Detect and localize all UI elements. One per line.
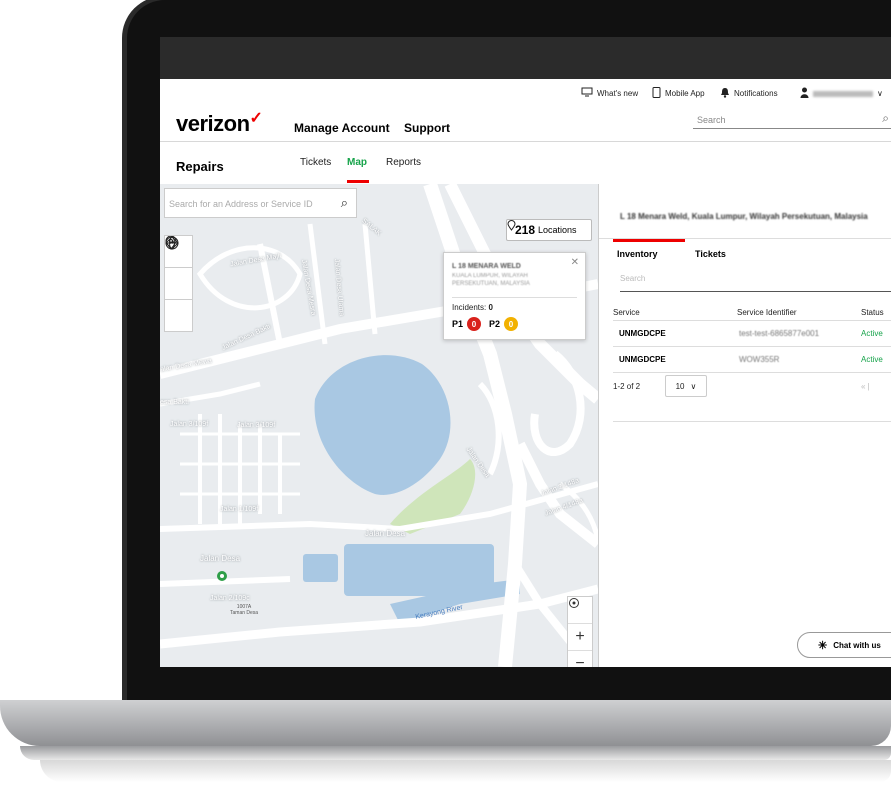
nav-manage-account[interactable]: Manage Account [294,121,390,135]
map-label: Jalan 3/109f [237,422,276,429]
mobile-app-link[interactable]: Mobile App [652,87,705,100]
column-header-service[interactable]: Service [613,308,640,317]
close-icon[interactable]: ✕ [571,257,579,268]
priority-row: P1 0 P2 0 [452,317,519,331]
page-size-select[interactable]: 10 ∨ [665,375,707,397]
map-label: Jalan 1/109f [220,506,259,513]
page-title: Repairs [176,159,224,174]
header-search-input[interactable]: Search ⌕ [693,111,891,129]
bell-icon [720,87,730,100]
map-label: esa Bakti [160,399,189,406]
first-page-icon[interactable]: « | [861,382,870,391]
repairs-subnav: Repairs Tickets Map Reports [160,142,891,185]
app-screen: What's new Mobile App Notifications ∨ ve… [160,37,891,667]
panel-tabs: Inventory Tickets [599,238,891,271]
pagination-range: 1-2 of 2 [613,382,641,391]
incidents-count: Incidents: 0 [452,303,493,312]
map-label: Jalan Desa [365,529,406,538]
phone-icon [652,87,661,100]
logo-checkmark: ✓ [249,110,263,127]
map-label: 1007A Taman Desa [230,604,259,616]
directions-icon[interactable] [165,236,192,331]
divider [613,421,891,422]
active-tab-indicator [347,180,369,183]
whats-new-link[interactable]: What's new [581,87,638,99]
table-row[interactable]: UNMGDCPE test-test-6865877e001 Active [613,320,891,347]
laptop-shadow [40,760,891,782]
laptop-base-lip [20,746,891,760]
chevron-down-icon: ∨ [690,381,697,391]
popup-title: L 18 MENARA WELD [452,263,521,270]
browser-top-bar [160,37,891,79]
column-header-identifier[interactable]: Service Identifier [737,308,797,317]
popup-subtitle: KUALA LUMPUR, WILAYAH PERSEKUTUAN, MALAY… [452,273,530,287]
column-header-status[interactable]: Status [861,308,884,317]
inventory-search-input[interactable]: Search [620,274,891,292]
location-popup: ✕ L 18 MENARA WELD KUALA LUMPUR, WILAYAH… [443,252,586,340]
user-menu[interactable]: ∨ [800,87,883,100]
site-header: verizon✓ Manage Account Support Search ⌕ [160,101,891,142]
map-tools [164,235,193,332]
locations-count-badge[interactable]: 218 Locations [506,219,592,241]
verizon-logo[interactable]: verizon✓ [176,110,263,137]
user-name-redacted [813,90,873,97]
tab-map[interactable]: Map [347,157,367,168]
tab-tickets[interactable]: Tickets [695,249,726,259]
search-icon[interactable]: ⌕ [882,111,889,126]
chat-button[interactable]: ✳ Chat with us [797,632,891,658]
locate-me-icon[interactable] [568,597,592,624]
map-zoom-controls: + − [567,596,593,667]
user-icon [800,87,809,100]
location-detail-panel: L 18 Menara Weld, Kuala Lumpur, Wilayah … [598,184,891,667]
tab-tickets[interactable]: Tickets [300,157,331,168]
location-address: L 18 Menara Weld, Kuala Lumpur, Wilayah … [620,212,868,221]
divider [613,372,891,373]
sparkle-icon: ✳ [818,639,828,652]
laptop-base [0,700,891,746]
monitor-icon [581,87,593,99]
map-label: Jalan 2/109c [210,595,250,602]
zoom-out-button[interactable]: − [568,651,592,667]
table-row[interactable]: UNMGDCPE WOW355R Active [613,346,891,373]
map-label: Jalan Desa [200,554,241,563]
notifications-link[interactable]: Notifications [720,87,778,100]
chevron-down-icon: ∨ [877,89,883,98]
zoom-in-button[interactable]: + [568,624,592,651]
map-view[interactable]: Jalan Desa Majli Jalan Desa Mesra Jalan … [160,184,598,667]
tab-reports[interactable]: Reports [386,157,421,168]
divider [452,297,577,298]
pin-icon[interactable] [165,236,192,300]
utility-bar: What's new Mobile App Notifications ∨ [160,81,891,103]
pagination: 1-2 of 2 10 ∨ « | [613,375,891,397]
active-tab-indicator [613,239,685,242]
p2-badge[interactable]: 0 [504,317,519,331]
tab-inventory[interactable]: Inventory [617,249,658,259]
search-icon[interactable]: ⌕ [341,195,348,211]
p1-badge[interactable]: 0 [467,317,482,331]
map-label: Jalan 3/109f [170,421,209,428]
nav-support[interactable]: Support [404,121,450,135]
map-search-input[interactable]: Search for an Address or Service ID ⌕ [164,188,357,218]
